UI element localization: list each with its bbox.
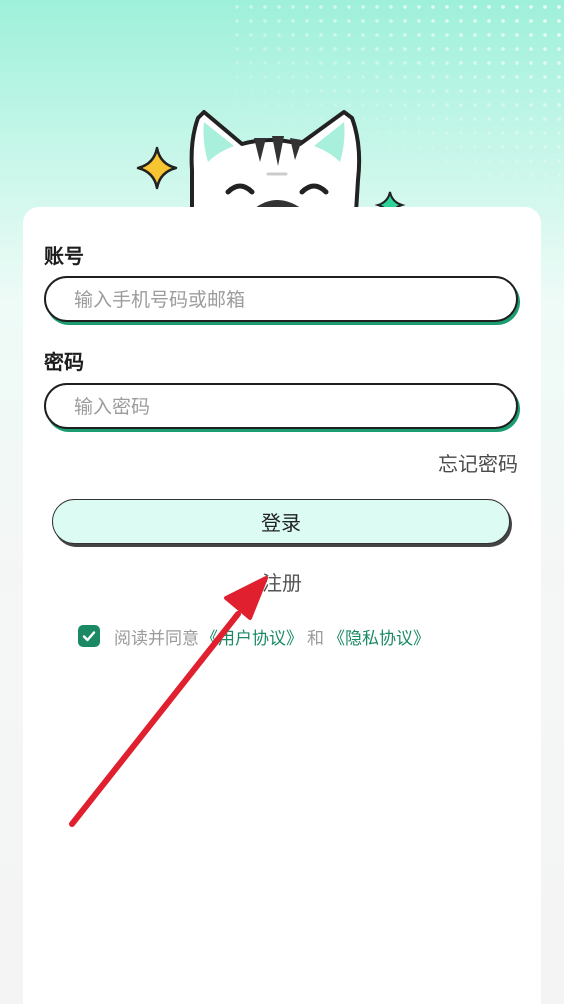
- password-input[interactable]: [72, 385, 496, 429]
- forgot-password-link[interactable]: 忘记密码: [400, 448, 518, 477]
- login-button[interactable]: 登录: [52, 499, 510, 544]
- checkmark-icon: [82, 631, 96, 642]
- agreement-row: 阅读并同意 《用户协议》 和 《隐私协议》: [78, 624, 430, 649]
- register-link[interactable]: 注册: [232, 567, 332, 596]
- yellow-sparkle-icon: [136, 146, 178, 190]
- password-field-container[interactable]: [44, 383, 518, 429]
- cat-mascot-icon: [136, 110, 406, 212]
- agreement-checkbox[interactable]: [78, 625, 100, 647]
- agreement-prefix: 阅读并同意: [114, 628, 199, 649]
- account-label: 账号: [44, 244, 84, 268]
- account-input[interactable]: [72, 278, 496, 322]
- user-agreement-link[interactable]: 《用户协议》: [201, 624, 303, 649]
- privacy-agreement-link[interactable]: 《隐私协议》: [328, 624, 430, 649]
- password-label: 密码: [44, 350, 84, 374]
- agreement-and: 和: [307, 628, 324, 649]
- login-card: [23, 207, 541, 1004]
- account-field-container[interactable]: [44, 276, 518, 322]
